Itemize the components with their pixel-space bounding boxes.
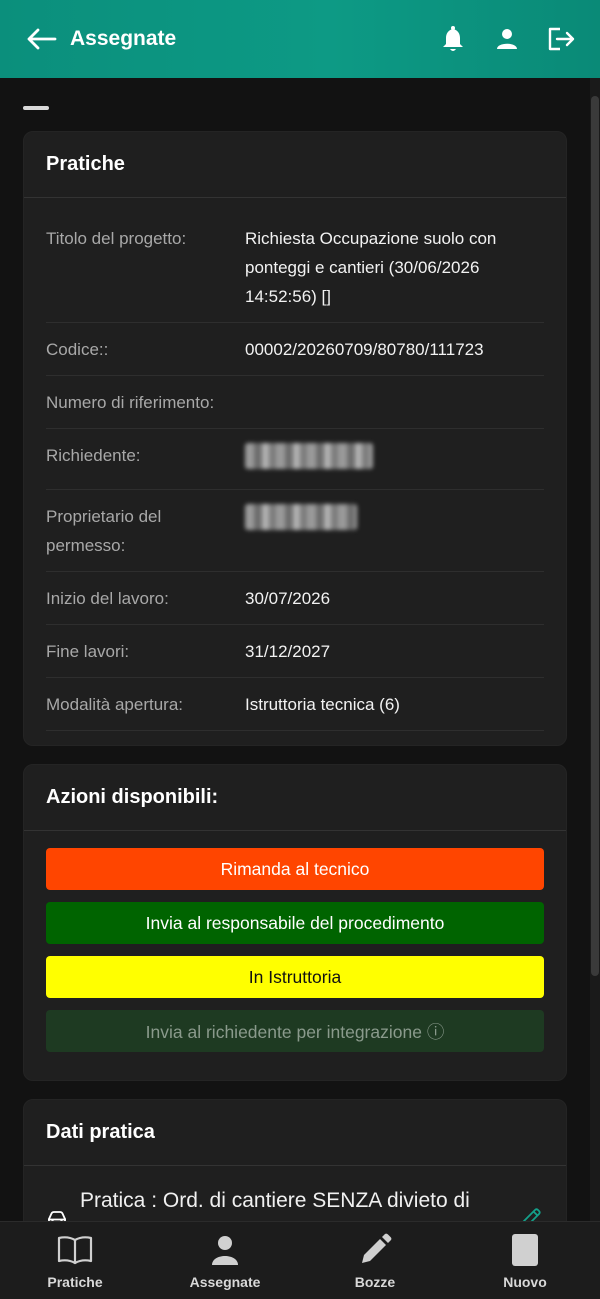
info-label: Numero di riferimento: bbox=[46, 393, 215, 412]
person-icon bbox=[212, 1236, 238, 1265]
info-row-inizio: Inizio del lavoro: 30/07/2026 bbox=[46, 572, 544, 625]
nav-label: Assegnate bbox=[189, 1274, 261, 1290]
info-row-codice: Codice:: 00002/20260709/80780/111723 bbox=[46, 323, 544, 376]
nav-item-nuovo[interactable]: Nuovo bbox=[450, 1222, 600, 1299]
info-label: Proprietario del permesso: bbox=[46, 507, 162, 555]
info-row-titolo: Titolo del progetto: Richiesta Occupazio… bbox=[46, 212, 544, 323]
info-label: Richiedente: bbox=[46, 446, 141, 465]
collapse-handle[interactable] bbox=[23, 106, 49, 110]
in-istruttoria-button[interactable]: In Istruttoria bbox=[46, 956, 544, 998]
top-actions bbox=[436, 22, 578, 56]
info-row-richiedente: Richiedente: bbox=[46, 429, 544, 490]
user-icon bbox=[497, 29, 517, 49]
nav-label: Bozze bbox=[354, 1274, 396, 1290]
info-label: Modalità apertura: bbox=[46, 695, 184, 714]
nav-icon-wrap bbox=[56, 1232, 94, 1268]
redacted-value bbox=[245, 504, 357, 530]
scrollbar-thumb[interactable] bbox=[591, 96, 599, 976]
bottom-nav: Pratiche Assegnate Bozze Nuovo bbox=[0, 1221, 600, 1299]
pratiche-info-table: Titolo del progetto: Richiesta Occupazio… bbox=[24, 198, 566, 731]
nav-label: Pratiche bbox=[47, 1274, 103, 1290]
pratiche-heading: Pratiche bbox=[24, 132, 566, 198]
info-row-proprietario: Proprietario del permesso: bbox=[46, 490, 544, 572]
rimanda-tecnico-button[interactable]: Rimanda al tecnico bbox=[46, 848, 544, 890]
pencil-edit-icon[interactable] bbox=[518, 1205, 544, 1221]
info-label: Titolo del progetto: bbox=[46, 229, 187, 248]
info-value bbox=[245, 441, 544, 478]
info-label: Inizio del lavoro: bbox=[46, 589, 169, 608]
scrollbar-track[interactable] bbox=[590, 78, 600, 1221]
info-value: 30/07/2026 bbox=[245, 589, 331, 608]
logout-button[interactable] bbox=[544, 22, 578, 56]
info-label: Codice:: bbox=[46, 340, 109, 359]
azioni-heading: Azioni disponibili: bbox=[24, 765, 566, 831]
notifications-button[interactable] bbox=[436, 22, 470, 56]
app-bar: Assegnate bbox=[0, 0, 600, 78]
nav-item-pratiche[interactable]: Pratiche bbox=[0, 1222, 150, 1299]
pratiche-card: Pratiche Titolo del progetto: Richiesta … bbox=[23, 131, 567, 746]
nav-item-bozze[interactable]: Bozze bbox=[300, 1222, 450, 1299]
nav-icon-wrap bbox=[511, 1232, 539, 1268]
invia-richiedente-integrazione-button[interactable]: Invia al richiedente per integrazione ⓘ bbox=[46, 1010, 544, 1052]
back-button[interactable] bbox=[24, 22, 58, 56]
nav-icon-wrap bbox=[358, 1232, 392, 1268]
info-value bbox=[245, 502, 544, 560]
info-row-riferimento: Numero di riferimento: bbox=[46, 376, 544, 429]
info-row-fine: Fine lavori: 31/12/2027 bbox=[46, 625, 544, 678]
nav-label: Nuovo bbox=[503, 1274, 547, 1290]
logout-icon bbox=[548, 27, 575, 51]
nav-item-assegnate[interactable]: Assegnate bbox=[150, 1222, 300, 1299]
azioni-card: Azioni disponibili: Rimanda al tecnico I… bbox=[23, 764, 567, 1081]
info-value bbox=[214, 388, 544, 417]
nav-icon-wrap bbox=[210, 1232, 240, 1268]
actions-list: Rimanda al tecnico Invia al responsabile… bbox=[24, 831, 566, 1080]
redacted-value bbox=[245, 443, 373, 469]
card-spacer bbox=[24, 731, 566, 745]
info-label: Fine lavori: bbox=[46, 642, 130, 661]
book-icon bbox=[57, 1236, 93, 1265]
info-row-modalita: Modalità apertura: Istruttoria tecnica (… bbox=[46, 678, 544, 731]
info-value: Istruttoria tecnica (6) bbox=[245, 695, 400, 714]
page-title: Assegnate bbox=[70, 27, 177, 50]
car-icon bbox=[48, 1211, 66, 1221]
content-area[interactable]: Pratiche Titolo del progetto: Richiesta … bbox=[0, 78, 590, 1221]
profile-button[interactable] bbox=[490, 22, 524, 56]
info-value: 00002/20260709/80780/111723 bbox=[245, 340, 484, 359]
dati-heading: Dati pratica bbox=[24, 1100, 566, 1166]
bell-icon bbox=[443, 26, 463, 51]
pencil-icon bbox=[362, 1233, 392, 1263]
dati-pratica-card: Dati pratica Pratica : Ord. di cantiere … bbox=[23, 1099, 567, 1221]
pratica-row[interactable]: Pratica : Ord. di cantiere SENZA divieto… bbox=[24, 1166, 566, 1221]
info-value: Richiesta Occupazione suolo con ponteggi… bbox=[245, 229, 497, 306]
document-icon bbox=[512, 1234, 538, 1266]
pratica-type-text: Pratica : Ord. di cantiere SENZA divieto… bbox=[80, 1189, 470, 1212]
arrow-left-icon bbox=[27, 28, 57, 50]
invia-responsabile-button[interactable]: Invia al responsabile del procedimento bbox=[46, 902, 544, 944]
info-value: 31/12/2027 bbox=[245, 642, 331, 661]
